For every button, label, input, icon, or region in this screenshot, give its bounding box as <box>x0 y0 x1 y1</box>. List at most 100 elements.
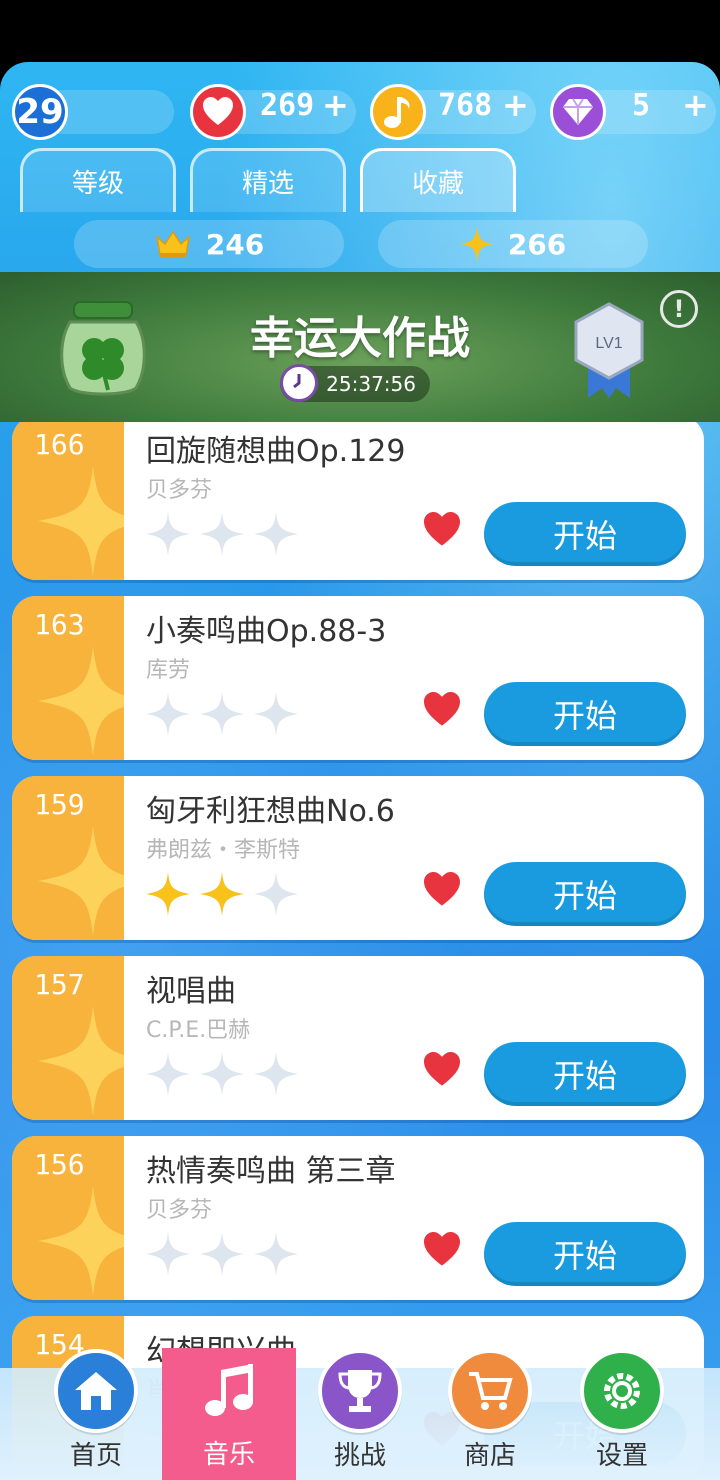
level-value: 29 <box>16 92 64 132</box>
nav-item-home[interactable]: 首页 <box>36 1349 156 1472</box>
home-icon <box>54 1349 138 1433</box>
sparkle-icon <box>38 1006 124 1116</box>
diamonds-count: 5 <box>632 88 651 123</box>
rating-star-icon <box>200 1052 244 1096</box>
sparkle-icon <box>38 466 124 576</box>
rating-star-icon <box>254 512 298 556</box>
song-title: 回旋随想曲Op.129 <box>146 434 406 469</box>
nav-label: 音乐 <box>202 1440 255 1470</box>
app-screen: 29 269 + 768 + 5 + 等级 精选 收藏 246 266 幸运大作… <box>0 62 720 1480</box>
nav-item-cart[interactable]: 商店 <box>430 1349 550 1472</box>
notes-add-button[interactable]: + <box>502 86 529 124</box>
event-banner[interactable]: 幸运大作战 25:37:56 LV1 ! <box>0 272 720 422</box>
event-timer-text: 25:37:56 <box>326 372 416 396</box>
favorite-heart-icon[interactable] <box>422 692 462 728</box>
song-number-tab: 166 <box>12 422 124 580</box>
hearts-add-button[interactable]: + <box>322 86 349 124</box>
clock-icon <box>280 364 318 402</box>
start-button[interactable]: 开始 <box>484 1222 686 1286</box>
star-icon <box>459 226 494 262</box>
song-card[interactable]: 163 小奏鸣曲Op.88-3 库劳 开始 <box>12 596 704 760</box>
song-stars <box>146 872 298 916</box>
info-button[interactable]: ! <box>660 290 698 328</box>
rating-star-icon <box>146 1232 190 1276</box>
song-stars <box>146 512 298 556</box>
song-composer: 库劳 <box>146 658 191 683</box>
rating-star-icon <box>146 1052 190 1096</box>
rating-star-icon <box>200 512 244 556</box>
music-note-icon <box>187 1348 271 1432</box>
notes-count: 768 <box>438 88 493 123</box>
favorite-heart-icon[interactable] <box>422 1232 462 1268</box>
song-title: 热情奏鸣曲 第三章 <box>146 1154 396 1189</box>
rating-star-icon <box>146 692 190 736</box>
song-number-tab: 156 <box>12 1136 124 1300</box>
song-stars <box>146 1232 298 1276</box>
song-stars <box>146 692 298 736</box>
song-card[interactable]: 166 回旋随想曲Op.129 贝多芬 开始 <box>12 422 704 580</box>
cart-icon <box>448 1349 532 1433</box>
bottom-nav: 首页 音乐 挑战 商店 设置 <box>0 1348 720 1480</box>
rating-star-icon <box>254 872 298 916</box>
tab-favorites[interactable]: 收藏 <box>360 148 516 212</box>
song-composer: 贝多芬 <box>146 1198 213 1223</box>
nav-item-gear[interactable]: 设置 <box>562 1349 682 1472</box>
song-title: 小奏鸣曲Op.88-3 <box>146 614 387 649</box>
rating-star-icon <box>254 1052 298 1096</box>
hearts-count: 269 <box>260 88 315 123</box>
rating-star-icon <box>146 512 190 556</box>
rating-star-icon <box>200 872 244 916</box>
sparkle-icon <box>38 646 124 756</box>
favorite-heart-icon[interactable] <box>422 512 462 548</box>
gear-icon <box>580 1349 664 1433</box>
nav-item-music-note[interactable]: 音乐 <box>162 1348 296 1480</box>
song-composer: 贝多芬 <box>146 478 213 503</box>
song-title: 视唱曲 <box>146 974 236 1009</box>
level-badge-text: LV1 <box>595 335 622 352</box>
crown-count: 246 <box>205 227 265 261</box>
song-card[interactable]: 157 视唱曲 C.P.E.巴赫 开始 <box>12 956 704 1120</box>
sparkle-icon <box>38 1186 124 1296</box>
nav-label: 设置 <box>595 1441 648 1471</box>
sparkle-icon <box>38 826 124 936</box>
song-composer: C.P.E.巴赫 <box>146 1018 251 1043</box>
song-title: 匈牙利狂想曲No.6 <box>146 794 395 829</box>
trophy-icon <box>318 1349 402 1433</box>
song-stars <box>146 1052 298 1096</box>
star-count: 266 <box>507 227 567 261</box>
song-card[interactable]: 159 匈牙利狂想曲No.6 弗朗兹・李斯特 开始 <box>12 776 704 940</box>
start-button[interactable]: 开始 <box>484 682 686 746</box>
song-number-tab: 163 <box>12 596 124 760</box>
nav-label: 商店 <box>463 1441 516 1471</box>
start-button[interactable]: 开始 <box>484 1042 686 1106</box>
rating-star-icon <box>146 872 190 916</box>
level-badge[interactable]: 29 <box>12 84 68 140</box>
nav-label: 挑战 <box>333 1441 386 1471</box>
song-card[interactable]: 156 热情奏鸣曲 第三章 贝多芬 开始 <box>12 1136 704 1300</box>
song-number-tab: 159 <box>12 776 124 940</box>
event-timer: 25:37:56 <box>280 364 430 402</box>
favorite-heart-icon[interactable] <box>422 1052 462 1088</box>
start-button[interactable]: 开始 <box>484 502 686 566</box>
crown-icon <box>155 230 190 257</box>
star-stat: 266 <box>378 220 648 268</box>
diamonds-add-button[interactable]: + <box>682 86 709 124</box>
rating-star-icon <box>200 1232 244 1276</box>
tab-level[interactable]: 等级 <box>20 148 176 212</box>
rating-star-icon <box>254 692 298 736</box>
nav-label: 首页 <box>69 1441 122 1471</box>
song-list: 166 回旋随想曲Op.129 贝多芬 开始 163 小奏鸣曲Op.88-3 库… <box>0 422 720 1480</box>
song-number-tab: 157 <box>12 956 124 1120</box>
nav-item-trophy[interactable]: 挑战 <box>300 1349 420 1472</box>
rating-star-icon <box>254 1232 298 1276</box>
song-composer: 弗朗兹・李斯特 <box>146 838 301 863</box>
level-badge-icon: LV1 <box>574 302 644 398</box>
favorite-heart-icon[interactable] <box>422 872 462 908</box>
rating-star-icon <box>200 692 244 736</box>
diamond-icon <box>550 84 606 140</box>
tab-featured[interactable]: 精选 <box>190 148 346 212</box>
heart-icon <box>190 84 246 140</box>
start-button[interactable]: 开始 <box>484 862 686 926</box>
crown-stat: 246 <box>74 220 344 268</box>
music-note-icon <box>370 84 426 140</box>
